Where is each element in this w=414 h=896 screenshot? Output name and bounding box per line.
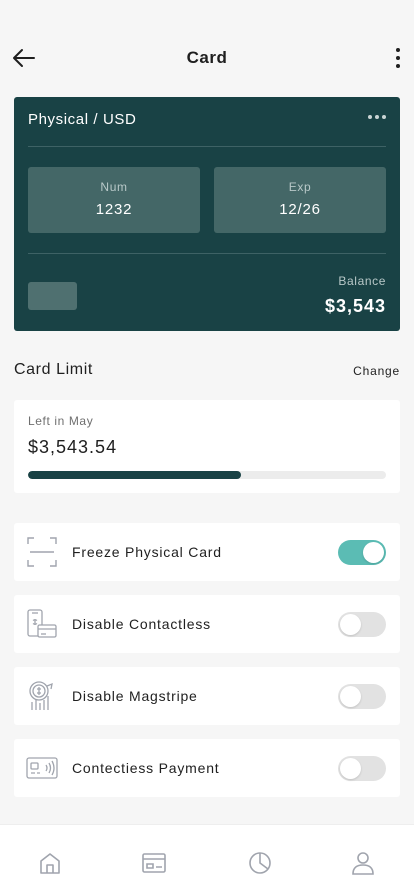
bottom-tab-bar	[0, 824, 414, 896]
setting-label: Disable Contactless	[72, 616, 211, 632]
disable-magstripe-toggle[interactable]	[338, 684, 386, 709]
dot	[368, 115, 372, 119]
card-number-box: Num 1232	[28, 167, 200, 233]
phone-card-icon	[27, 609, 57, 638]
wallet-icon	[142, 853, 166, 873]
dot	[375, 115, 379, 119]
change-limit-link[interactable]: Change	[353, 364, 400, 378]
profile-icon	[352, 852, 374, 875]
card-limit-title: Card Limit	[14, 361, 93, 378]
left-in-month-value: $3,543.54	[28, 437, 118, 457]
toggle-knob	[363, 542, 384, 563]
limit-progress-bar	[28, 471, 386, 479]
setting-label: Disable Magstripe	[72, 688, 198, 704]
card-expiry-value: 12/26	[279, 201, 321, 218]
balance-label: Balance	[338, 274, 386, 288]
page-title: Card	[186, 48, 228, 67]
tab-home[interactable]	[37, 850, 63, 876]
dot	[382, 115, 386, 119]
toggle-knob	[340, 686, 361, 707]
more-options-button[interactable]	[390, 44, 406, 72]
setting-row-freeze: Freeze Physical Card	[14, 523, 400, 581]
card-expiry-label: Exp	[288, 180, 312, 194]
setting-label: Contectiess Payment	[72, 760, 220, 776]
setting-row-contactless: Disable Contactless	[14, 595, 400, 653]
card-divider-top	[28, 146, 386, 147]
card-panel: Physical / USD Num 1232 Exp 12/26 Balanc…	[14, 97, 400, 331]
contactless-card-icon	[26, 757, 58, 779]
limit-panel: Left in May $3,543.54	[14, 400, 400, 493]
balance-value: $3,543	[324, 296, 386, 316]
disable-contactless-toggle[interactable]	[338, 612, 386, 637]
freeze-frame-icon	[27, 537, 57, 567]
dot	[396, 56, 400, 60]
freeze-card-toggle[interactable]	[338, 540, 386, 565]
coin-chart-icon	[29, 681, 53, 710]
tab-profile[interactable]	[350, 850, 376, 876]
pie-chart-icon	[249, 852, 271, 874]
setting-row-contactless-payment: Contectiess Payment	[14, 739, 400, 797]
card-more-button[interactable]	[368, 115, 386, 119]
card-divider-bottom	[28, 253, 386, 254]
setting-label: Freeze Physical Card	[72, 544, 222, 560]
limit-progress-fill	[28, 471, 241, 479]
dot	[396, 48, 400, 52]
setting-row-magstripe: Disable Magstripe	[14, 667, 400, 725]
card-expiry-box: Exp 12/26	[214, 167, 386, 233]
toggle-knob	[340, 614, 361, 635]
card-chip	[28, 282, 77, 310]
toggle-knob	[340, 758, 361, 779]
card-number-value: 1232	[95, 201, 133, 218]
home-icon	[40, 853, 60, 874]
header: Card	[0, 0, 414, 96]
tab-analytics[interactable]	[247, 850, 273, 876]
tab-wallet[interactable]	[141, 850, 167, 876]
dot	[396, 64, 400, 68]
contactless-payment-toggle[interactable]	[338, 756, 386, 781]
card-type-label: Physical / USD	[28, 111, 137, 128]
left-in-month-label: Left in May	[28, 414, 94, 428]
card-number-label: Num	[100, 180, 128, 194]
